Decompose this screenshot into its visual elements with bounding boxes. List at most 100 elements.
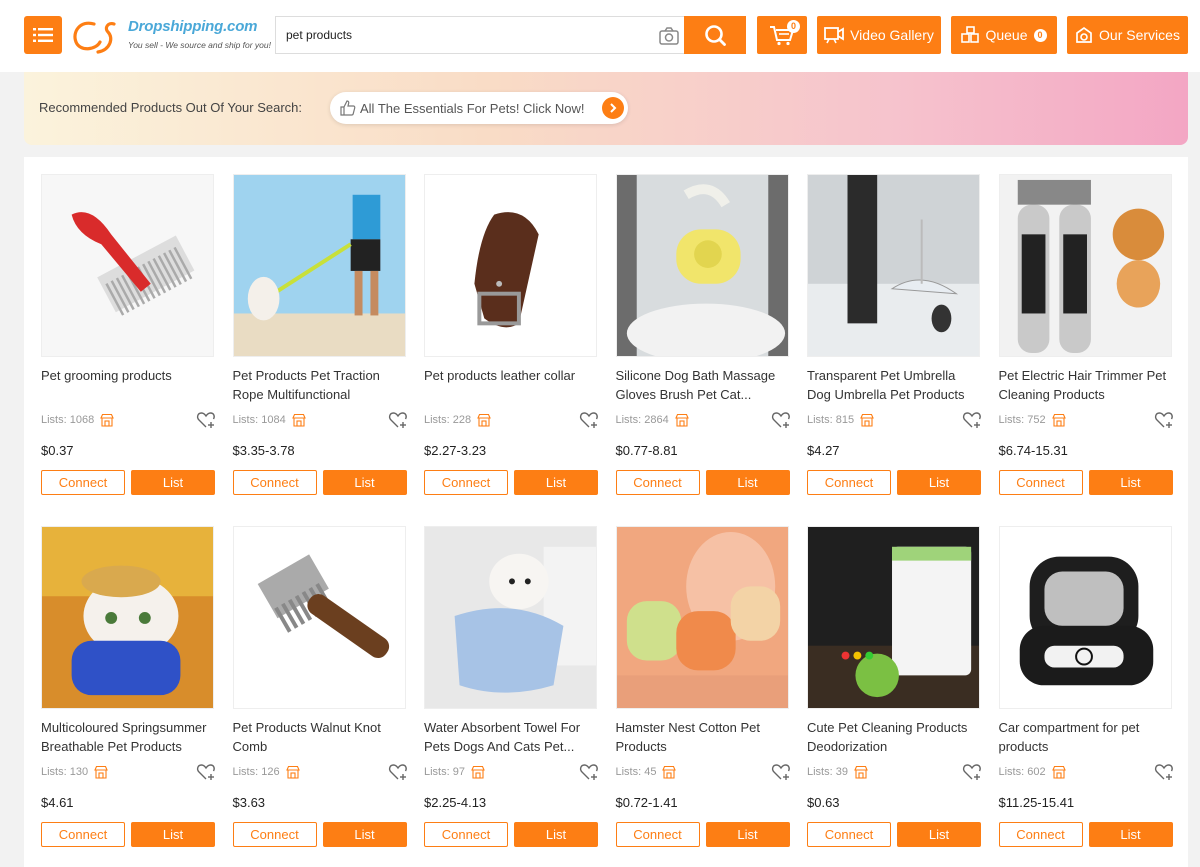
product-title[interactable]: Silicone Dog Bath Massage Gloves Brush P… (616, 366, 789, 404)
connect-button[interactable]: Connect (615, 470, 700, 495)
hamburger-icon (33, 28, 53, 42)
list-button[interactable]: List (322, 822, 407, 847)
connect-button[interactable]: Connect (615, 822, 700, 847)
product-title[interactable]: Pet Products Pet Traction Rope Multifunc… (233, 366, 406, 404)
heart-plus-icon[interactable] (771, 410, 791, 430)
product-title[interactable]: Pet Products Walnut Knot Comb (233, 718, 406, 756)
connect-button[interactable]: Connect (998, 822, 1083, 847)
product-lists-count: Lists: 1084 (233, 413, 306, 427)
queue-count-badge: 0 (1033, 28, 1047, 42)
our-services-button[interactable]: Our Services (1067, 16, 1188, 54)
list-button[interactable]: List (514, 470, 598, 495)
lists-count-text: Lists: 602 (998, 766, 1046, 778)
search-input[interactable] (276, 17, 656, 53)
product-image[interactable] (807, 526, 980, 709)
menu-button[interactable] (24, 16, 62, 54)
connect-button[interactable]: Connect (41, 822, 125, 847)
camera-search-icon[interactable] (658, 26, 680, 46)
store-icon (860, 413, 874, 427)
connect-button[interactable]: Connect (41, 470, 125, 495)
heart-plus-icon[interactable] (962, 410, 982, 430)
recommendation-link[interactable]: All The Essentials For Pets! Click Now! (330, 92, 628, 124)
list-button[interactable]: List (1088, 470, 1173, 495)
product-price: $0.77-8.81 (615, 443, 678, 458)
heart-plus-icon[interactable] (579, 762, 599, 782)
product-title[interactable]: Transparent Pet Umbrella Dog Umbrella Pe… (807, 366, 980, 404)
heart-plus-icon[interactable] (962, 762, 982, 782)
product-image[interactable] (41, 174, 214, 357)
product-image[interactable] (424, 526, 597, 709)
list-button[interactable]: List (322, 470, 407, 495)
product-price: $11.25-15.41 (998, 795, 1075, 810)
store-icon (471, 765, 485, 779)
lists-count-text: Lists: 1084 (232, 414, 286, 426)
list-button[interactable]: List (897, 822, 981, 847)
product-lists-count: Lists: 228 (424, 413, 491, 427)
queue-icon (961, 26, 980, 43)
store-icon (477, 413, 491, 427)
site-logo[interactable]: Dropshipping.com You sell - We source an… (70, 14, 272, 56)
product-title[interactable]: Cute Pet Cleaning Products Deodorization (807, 718, 980, 756)
product-card: Pet Products Pet Traction Rope Multifunc… (232, 174, 408, 514)
heart-plus-icon[interactable] (196, 762, 216, 782)
product-title[interactable]: Pet products leather collar (424, 366, 597, 385)
lists-count-text: Lists: 97 (424, 766, 465, 778)
heart-plus-icon[interactable] (1154, 762, 1174, 782)
product-photo-trimmer (999, 175, 1171, 356)
heart-plus-icon[interactable] (1154, 410, 1174, 430)
recommendation-link-text: All The Essentials For Pets! Click Now! (360, 100, 585, 116)
list-button[interactable]: List (705, 822, 790, 847)
connect-button[interactable]: Connect (807, 822, 891, 847)
product-image[interactable] (998, 174, 1172, 357)
store-icon (662, 765, 677, 779)
connect-button[interactable]: Connect (424, 822, 508, 847)
heart-plus-icon[interactable] (388, 762, 408, 782)
queue-button[interactable]: Queue 0 (951, 16, 1057, 54)
product-image[interactable] (41, 526, 214, 709)
product-title[interactable]: Pet Electric Hair Trimmer Pet Cleaning P… (999, 366, 1172, 404)
product-price: $0.63 (807, 795, 840, 810)
search-bar (275, 16, 746, 54)
product-price: $6.74-15.31 (998, 443, 1068, 458)
product-title[interactable]: Water Absorbent Towel For Pets Dogs And … (424, 718, 597, 756)
connect-button[interactable]: Connect (998, 470, 1083, 495)
product-price: $4.27 (807, 443, 840, 458)
list-button[interactable]: List (131, 822, 215, 847)
product-image[interactable] (615, 526, 789, 709)
store-icon (1051, 413, 1066, 427)
product-lists-count: Lists: 602 (999, 765, 1066, 779)
product-card: Transparent Pet Umbrella Dog Umbrella Pe… (807, 174, 982, 514)
connect-button[interactable]: Connect (424, 470, 508, 495)
product-title[interactable]: Pet grooming products (41, 366, 214, 385)
product-image[interactable] (807, 174, 980, 357)
product-title[interactable]: Car compartment for pet products (999, 718, 1172, 756)
product-title[interactable]: Hamster Nest Cotton Pet Products (616, 718, 789, 756)
product-image[interactable] (232, 526, 406, 709)
thumbs-up-icon (340, 100, 356, 116)
connect-button[interactable]: Connect (807, 470, 891, 495)
cart-button[interactable]: 0 (757, 16, 807, 54)
list-button[interactable]: List (897, 470, 981, 495)
search-button[interactable] (684, 16, 746, 54)
heart-plus-icon[interactable] (579, 410, 599, 430)
list-button[interactable]: List (705, 470, 790, 495)
connect-button[interactable]: Connect (232, 470, 317, 495)
product-image[interactable] (424, 174, 597, 357)
connect-button[interactable]: Connect (232, 822, 317, 847)
product-image[interactable] (998, 526, 1172, 709)
list-button[interactable]: List (514, 822, 598, 847)
list-button[interactable]: List (131, 470, 215, 495)
heart-plus-icon[interactable] (771, 762, 791, 782)
heart-plus-icon[interactable] (196, 410, 216, 430)
product-title[interactable]: Multicoloured Springsummer Breathable Pe… (41, 718, 214, 756)
search-icon (705, 25, 726, 46)
product-image[interactable] (232, 174, 406, 357)
product-image[interactable] (615, 174, 789, 357)
video-gallery-button[interactable]: Video Gallery (817, 16, 941, 54)
list-button[interactable]: List (1088, 822, 1173, 847)
cart-count-badge: 0 (787, 20, 800, 33)
logo-tagline: You sell - We source and ship for you! (128, 40, 272, 50)
queue-label: Queue (985, 27, 1028, 43)
product-lists-count: Lists: 2864 (616, 413, 689, 427)
heart-plus-icon[interactable] (388, 410, 408, 430)
